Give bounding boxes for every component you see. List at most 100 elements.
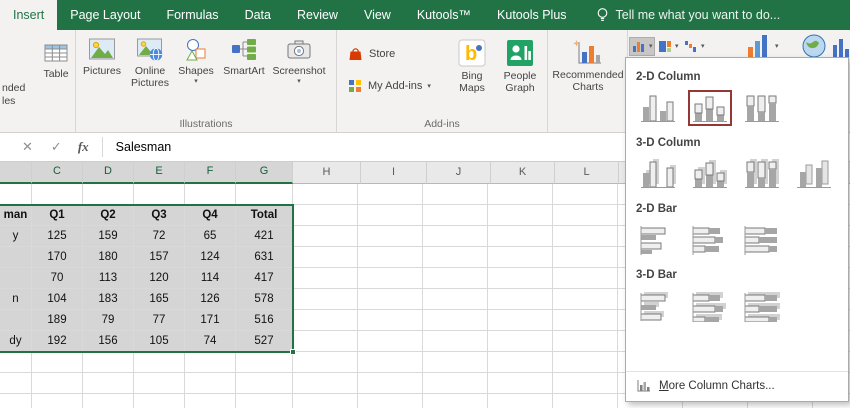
3d-stacked-bar-icon[interactable]	[688, 288, 732, 324]
cell[interactable]: 527	[236, 331, 293, 352]
cell-name-partial[interactable]	[0, 247, 32, 268]
cell[interactable]	[83, 394, 134, 408]
tab-view[interactable]: View	[351, 0, 404, 30]
tell-me-box[interactable]: Tell me what you want to do...	[596, 0, 781, 30]
people-graph-button[interactable]: People Graph	[497, 34, 543, 94]
cell[interactable]: 70	[32, 268, 83, 289]
pictures-button[interactable]: Pictures	[80, 32, 124, 77]
smartart-button[interactable]: SmartArt	[218, 32, 270, 77]
cell[interactable]	[0, 394, 32, 408]
3d-column-icon[interactable]	[792, 156, 836, 192]
cell-name-partial[interactable]: n	[0, 289, 32, 310]
cell[interactable]: 77	[134, 310, 185, 331]
cell[interactable]: 192	[32, 331, 83, 352]
cell[interactable]: 189	[32, 310, 83, 331]
column-header-J[interactable]: J	[427, 162, 491, 184]
column-header-H[interactable]: H	[293, 162, 361, 184]
cell-name-partial[interactable]: dy	[0, 331, 32, 352]
column-header-D[interactable]: D	[83, 162, 134, 184]
enter-button[interactable]: ✓	[51, 139, 62, 155]
cell[interactable]: 74	[185, 331, 236, 352]
cell[interactable]: Q1	[32, 205, 83, 226]
cell[interactable]	[83, 352, 134, 373]
3d-100-stacked-column-icon[interactable]	[740, 156, 784, 192]
cell[interactable]	[32, 184, 83, 205]
cell[interactable]	[185, 184, 236, 205]
table-button[interactable]: Table	[38, 36, 74, 80]
pivotchart-button[interactable]: ▾	[744, 32, 780, 60]
cell[interactable]: 65	[185, 226, 236, 247]
insert-function-button[interactable]: fx	[78, 139, 89, 155]
recommended-charts-button[interactable]: Recommended Charts	[556, 34, 620, 93]
cell[interactable]	[185, 352, 236, 373]
tab-kutools[interactable]: Kutools™	[404, 0, 484, 30]
screenshot-button[interactable]: Screenshot ▾	[272, 32, 326, 86]
cell[interactable]	[134, 184, 185, 205]
tab-formulas[interactable]: Formulas	[153, 0, 231, 30]
cell[interactable]: 165	[134, 289, 185, 310]
cell[interactable]	[83, 184, 134, 205]
cell[interactable]	[0, 184, 32, 205]
tab-page-layout[interactable]: Page Layout	[57, 0, 153, 30]
cell[interactable]: 114	[185, 268, 236, 289]
cell[interactable]: 171	[185, 310, 236, 331]
100-stacked-bar-icon[interactable]	[740, 222, 784, 258]
3d-100-stacked-bar-icon[interactable]	[740, 288, 784, 324]
3d-stacked-column-icon[interactable]	[688, 156, 732, 192]
clustered-bar-icon[interactable]	[636, 222, 680, 258]
my-addins-button[interactable]: My Add-ins ▾	[347, 78, 431, 94]
cell[interactable]	[32, 373, 83, 394]
3d-clustered-column-icon[interactable]	[636, 156, 680, 192]
cell[interactable]	[134, 394, 185, 408]
cell[interactable]	[185, 373, 236, 394]
cell[interactable]: 180	[83, 247, 134, 268]
cell[interactable]: Q3	[134, 205, 185, 226]
cell[interactable]: 124	[185, 247, 236, 268]
clustered-column-icon[interactable]	[636, 90, 680, 126]
column-header-C[interactable]: C	[32, 162, 83, 184]
cell[interactable]	[134, 373, 185, 394]
bing-maps-button[interactable]: b Bing Maps	[449, 34, 495, 94]
cell[interactable]	[0, 352, 32, 373]
cell[interactable]	[83, 373, 134, 394]
cell[interactable]: 156	[83, 331, 134, 352]
cell[interactable]: 159	[83, 226, 134, 247]
cell[interactable]	[236, 352, 293, 373]
store-button[interactable]: Store	[347, 46, 395, 62]
cell[interactable]: 105	[134, 331, 185, 352]
column-header-partial[interactable]	[0, 162, 32, 184]
more-column-charts-item[interactable]: More Column Charts...	[626, 371, 848, 401]
column-header-G[interactable]: G	[236, 162, 293, 184]
cell[interactable]: 104	[32, 289, 83, 310]
cell[interactable]: Q4	[185, 205, 236, 226]
cell[interactable]	[0, 373, 32, 394]
column-header-K[interactable]: K	[491, 162, 555, 184]
cell[interactable]: Total	[236, 205, 293, 226]
tab-data[interactable]: Data	[232, 0, 284, 30]
cell[interactable]: 631	[236, 247, 293, 268]
fill-handle[interactable]	[290, 349, 296, 355]
column-header-E[interactable]: E	[134, 162, 185, 184]
tab-insert[interactable]: Insert	[0, 0, 57, 30]
cell[interactable]: 170	[32, 247, 83, 268]
cell[interactable]: 125	[32, 226, 83, 247]
cell[interactable]: Q2	[83, 205, 134, 226]
cell[interactable]	[134, 352, 185, 373]
cell-name-partial[interactable]	[0, 268, 32, 289]
cell[interactable]	[236, 373, 293, 394]
cell[interactable]: 120	[134, 268, 185, 289]
cell[interactable]: 157	[134, 247, 185, 268]
stacked-column-icon[interactable]	[688, 90, 732, 126]
tab-kutools-plus[interactable]: Kutools Plus	[484, 0, 579, 30]
insert-hierarchy-chart-button[interactable]: ▾	[656, 38, 680, 55]
sparkline-button[interactable]	[830, 32, 850, 60]
cell[interactable]	[32, 394, 83, 408]
online-pictures-button[interactable]: Online Pictures	[126, 32, 174, 89]
cell[interactable]: 79	[83, 310, 134, 331]
cell[interactable]: 516	[236, 310, 293, 331]
cell[interactable]: 126	[185, 289, 236, 310]
stacked-bar-icon[interactable]	[688, 222, 732, 258]
cell[interactable]: 578	[236, 289, 293, 310]
cell[interactable]: 72	[134, 226, 185, 247]
cell[interactable]: 113	[83, 268, 134, 289]
